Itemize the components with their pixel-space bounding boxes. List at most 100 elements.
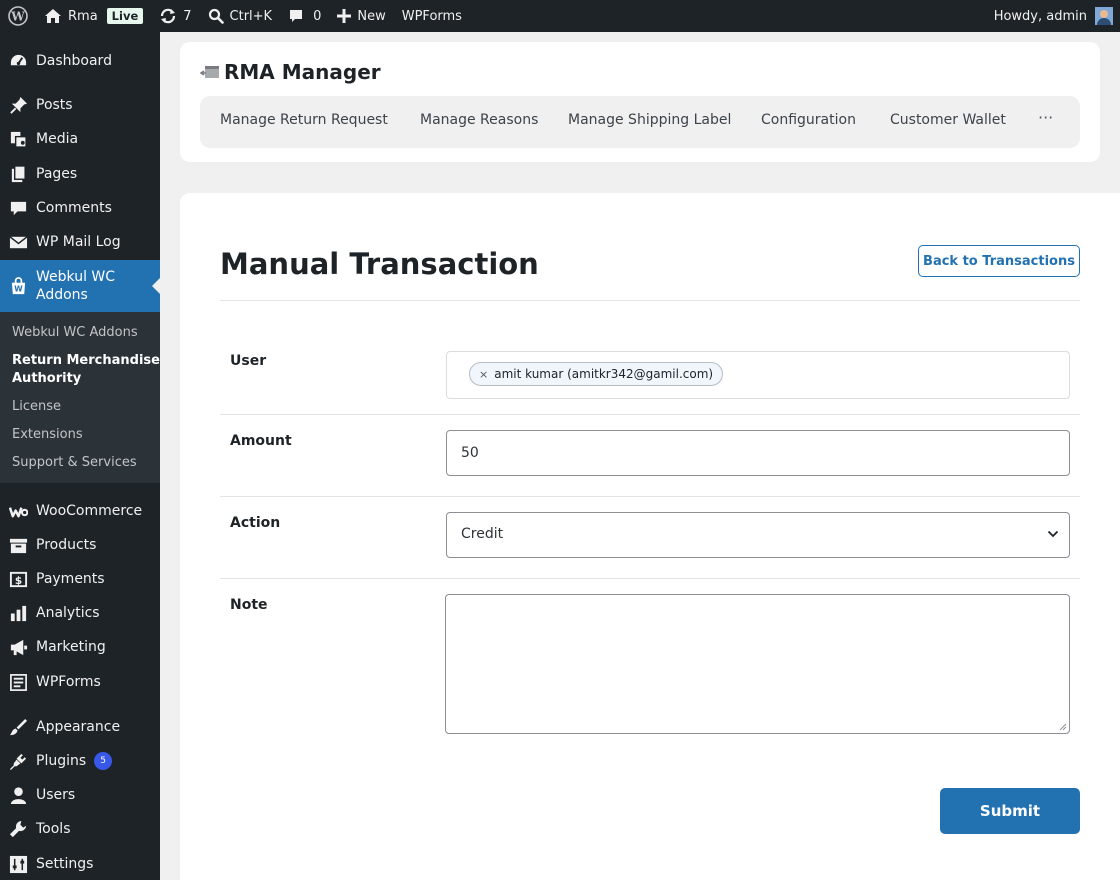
menu-label: Marketing <box>36 639 106 655</box>
wrench-icon <box>0 820 36 839</box>
forms-icon <box>0 673 36 692</box>
comments-count: 0 <box>313 8 322 24</box>
tab-customer-wallet[interactable]: Customer Wallet <box>890 112 1006 128</box>
tab-configuration[interactable]: Configuration <box>761 112 856 128</box>
submenu-extensions[interactable]: Extensions <box>12 426 83 444</box>
note-textarea[interactable] <box>445 594 1070 734</box>
archive-box-icon <box>0 536 36 555</box>
comments-icon <box>0 199 36 218</box>
menu-pages[interactable]: Pages <box>0 163 160 185</box>
woocommerce-icon <box>0 502 36 521</box>
rma-manager-title: RMA Manager <box>224 60 381 84</box>
tab-manage-shipping-label[interactable]: Manage Shipping Label <box>568 112 731 128</box>
page-heading: RMA Manager <box>200 60 381 84</box>
updates-link[interactable]: 7 <box>151 0 199 32</box>
menu-label: Settings <box>36 856 94 872</box>
menu-analytics[interactable]: Analytics <box>0 602 160 624</box>
bar-chart-icon <box>0 604 36 623</box>
token-remove-button[interactable]: × <box>479 368 488 381</box>
user-select-field[interactable]: × amit kumar (amitkr342@gamil.com) <box>446 351 1070 399</box>
menu-label: Products <box>36 537 97 553</box>
user-token-label: amit kumar (amitkr342@gamil.com) <box>494 367 714 381</box>
site-name: Rma <box>68 8 98 24</box>
submenu-rma-line1: Return Merchandise <box>12 353 160 368</box>
user-label: User <box>230 353 267 369</box>
command-palette-button[interactable]: Ctrl+K <box>200 0 281 32</box>
wpforms-label: WPForms <box>401 8 462 24</box>
rma-header-card: RMA Manager Manage Return Request Manage… <box>180 42 1100 162</box>
manual-transaction-card: Manual Transaction Back to Transactions … <box>180 193 1120 880</box>
svg-text:W: W <box>14 284 23 293</box>
menu-label: Plugins <box>36 753 87 769</box>
menu-marketing[interactable]: Marketing <box>0 636 160 658</box>
home-icon <box>45 9 61 23</box>
amount-input[interactable]: 50 <box>446 430 1070 476</box>
menu-label: Appearance <box>36 719 121 735</box>
menu-wpforms[interactable]: WPForms <box>0 671 160 693</box>
pages-icon <box>0 164 36 184</box>
menu-comments[interactable]: Comments <box>0 197 160 219</box>
submenu-support[interactable]: Support & Services <box>12 454 137 472</box>
site-name-link[interactable]: Rma Live <box>36 0 151 32</box>
menu-label: Payments <box>36 571 105 587</box>
menu-users[interactable]: Users <box>0 784 160 806</box>
action-select[interactable]: Credit <box>446 512 1070 558</box>
wordpress-logo-icon: W <box>8 6 28 26</box>
amount-row: Amount 50 <box>220 415 1080 497</box>
user-row: User × amit kumar (amitkr342@gamil.com) <box>220 301 1080 415</box>
admin-bar: W Rma Live 7 Ctrl+K 0 New WPForms Howdy,… <box>0 0 1120 32</box>
menu-media[interactable]: Media <box>0 128 160 150</box>
new-content-button[interactable]: New <box>329 0 393 32</box>
menu-appearance[interactable]: Appearance <box>0 716 160 738</box>
settings-sliders-icon <box>0 855 36 874</box>
menu-settings[interactable]: Settings <box>0 853 160 875</box>
menu-tools[interactable]: Tools <box>0 818 160 840</box>
submit-button[interactable]: Submit <box>940 788 1080 834</box>
submenu-rma[interactable]: Return Merchandise Authority <box>12 352 160 388</box>
plugin-icon <box>0 752 36 771</box>
howdy-greeting: Howdy, admin <box>993 8 1087 24</box>
menu-wp-mail-log[interactable]: WP Mail Log <box>0 231 160 253</box>
back-to-transactions-button[interactable]: Back to Transactions <box>918 245 1080 277</box>
tab-manage-return-request[interactable]: Manage Return Request <box>220 112 388 128</box>
amount-label: Amount <box>230 433 292 449</box>
comment-bubble-icon <box>290 10 303 22</box>
menu-label: Media <box>36 131 79 147</box>
menu-plugins[interactable]: Plugins 5 <box>0 750 160 772</box>
menu-webkul-wc-addons[interactable]: W Webkul WC Addons <box>0 260 160 312</box>
resize-handle-icon[interactable] <box>1059 723 1067 731</box>
live-badge: Live <box>106 8 144 24</box>
updates-count: 7 <box>183 8 192 24</box>
menu-label: WooCommerce <box>36 503 143 519</box>
action-selected-value: Credit <box>461 526 504 542</box>
action-row: Action Credit <box>220 497 1080 579</box>
plus-icon <box>337 9 352 23</box>
chevron-down-icon <box>1047 530 1059 538</box>
menu-posts[interactable]: Posts <box>0 94 160 116</box>
rma-tabs-bar: Manage Return Request Manage Reasons Man… <box>200 96 1080 148</box>
plugins-update-badge: 5 <box>94 752 113 770</box>
pushpin-icon <box>0 96 36 115</box>
menu-payments[interactable]: $ Payments <box>0 568 160 590</box>
menu-dashboard[interactable]: Dashboard <box>0 50 160 72</box>
submenu-license[interactable]: License <box>12 398 61 416</box>
rma-logo-icon <box>200 66 219 78</box>
user-token: × amit kumar (amitkr342@gamil.com) <box>469 362 724 386</box>
svg-text:W: W <box>10 10 25 24</box>
comments-link[interactable]: 0 <box>280 0 329 32</box>
menu-label: Tools <box>36 821 71 837</box>
tab-manage-reasons[interactable]: Manage Reasons <box>420 112 538 128</box>
updates-icon <box>161 8 176 24</box>
my-account-menu[interactable]: Howdy, admin <box>994 7 1120 25</box>
menu-label: WPForms <box>36 674 101 690</box>
menu-label: Users <box>36 787 76 803</box>
menu-products[interactable]: Products <box>0 534 160 556</box>
avatar <box>1095 7 1113 25</box>
menu-label: Pages <box>36 166 78 182</box>
tabs-more-button[interactable]: ··· <box>1038 108 1053 127</box>
menu-woocommerce[interactable]: WooCommerce <box>0 500 160 522</box>
menu-label-line1: Webkul WC <box>36 269 116 285</box>
wordpress-logo-button[interactable]: W <box>0 0 36 32</box>
submenu-webkul-wc-addons[interactable]: Webkul WC Addons <box>12 324 138 342</box>
wpforms-adminbar-link[interactable]: WPForms <box>394 0 470 32</box>
